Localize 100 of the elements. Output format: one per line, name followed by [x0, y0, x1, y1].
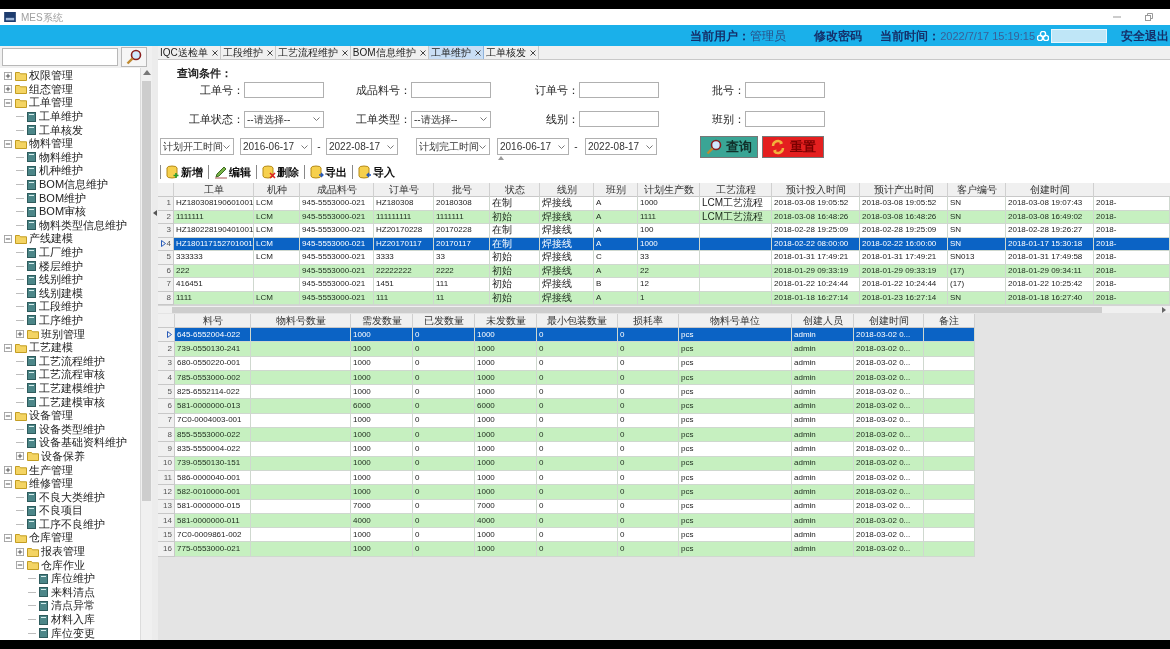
table-row[interactable]: 5 333333 LCM 945-5553000-021 3333 33 初始 焊接线 C 33 2018-01-31 17:49:21 2018-01-31 17:49:21 SN013 2018-01-31 17:49:58 2018-	[158, 251, 1170, 265]
close-icon[interactable]	[341, 49, 348, 56]
tree-item[interactable]: 工序维护	[39, 315, 83, 326]
collapse-icon[interactable]	[4, 234, 12, 243]
close-icon[interactable]	[211, 49, 218, 56]
search-button[interactable]	[121, 47, 147, 67]
dropdown[interactable]: 计划开工时间	[160, 138, 234, 155]
close-icon[interactable]	[529, 49, 536, 56]
tree-item[interactable]: 产线建模	[29, 233, 73, 245]
table-row[interactable]: 3 HZ180228190401001 LCM 945-5553000-021 HZ20170228 20170228 在制 焊接线 A 100 2018-02-28 19:25:09 2018-02-28 19:25:09 SN 2018-02-28 19:26:27 2018-	[158, 224, 1170, 238]
table-row[interactable]: 9 835-5550004-022 1000 0 1000 0 0 pcs admin 2018-03-02 0...	[158, 442, 975, 457]
table-row[interactable]: 15 7C0-0009861-002 1000 0 1000 0 0 pcs admin 2018-03-02 0...	[158, 528, 975, 543]
tab[interactable]: 工段维护	[220, 46, 276, 59]
tree-item[interactable]: 仓库作业	[41, 559, 85, 571]
expand-icon[interactable]	[16, 547, 24, 556]
toolbar-button[interactable]: 删除	[261, 164, 300, 180]
caret-icon[interactable]	[387, 144, 394, 149]
vertical-scrollbar[interactable]	[140, 68, 152, 640]
table-row[interactable]: 5 825-6552114-022 1000 0 1000 0 0 pcs admin 2018-03-02 0...	[158, 385, 975, 400]
tree-item[interactable]: 工艺流程审核	[39, 369, 105, 381]
tree-item[interactable]: 材料入库	[51, 614, 95, 626]
caret-icon[interactable]	[558, 144, 565, 149]
change-password-link[interactable]: 修改密码	[814, 26, 863, 45]
restore-icon[interactable]	[1144, 12, 1154, 22]
input-field[interactable]	[579, 82, 659, 99]
tree-item[interactable]: 物料类型信息维护	[39, 219, 127, 231]
tree-item[interactable]: 工艺建模	[29, 342, 73, 354]
caret-icon[interactable]	[313, 117, 320, 121]
table-row[interactable]: 12 582-0010000-001 1000 0 1000 0 0 pcs admin 2018-03-02 0...	[158, 485, 975, 500]
collapse-icon[interactable]	[4, 99, 12, 107]
tree-item[interactable]: 工序不良维护	[39, 518, 105, 530]
splitter-arrow-icon[interactable]	[498, 156, 504, 160]
expand-icon[interactable]	[16, 452, 24, 461]
table-row[interactable]: 2 739-0550130-241 1000 0 1000 0 0 pcs admin 2018-03-02 0...	[158, 342, 975, 357]
collapse-icon[interactable]	[4, 411, 12, 420]
tree-item[interactable]: 生产管理	[29, 464, 73, 476]
date-field[interactable]: 2022-08-17	[326, 138, 398, 155]
close-icon[interactable]	[419, 49, 426, 56]
tree-item[interactable]: 设备保养	[41, 450, 85, 462]
tree-item[interactable]: 维修管理	[29, 478, 73, 490]
dropdown[interactable]: --请选择--	[244, 110, 324, 128]
caret-icon[interactable]	[646, 144, 653, 149]
tab[interactable]: 工单核发	[483, 46, 539, 59]
input-field[interactable]	[579, 111, 659, 127]
input-field[interactable]	[745, 111, 825, 127]
tree-item[interactable]: 物料管理	[29, 138, 73, 150]
collapse-icon[interactable]	[4, 139, 12, 148]
table-row[interactable]: 6 581-0000000-013 6000 0 6000 0 0 pcs admin 2018-03-02 0...	[158, 399, 975, 414]
date-field[interactable]: 2016-06-17	[240, 138, 312, 155]
tree-item[interactable]: 工单管理	[29, 97, 73, 109]
tree-item[interactable]: 设备基础资料维护	[39, 437, 127, 449]
table-row[interactable]: 1 HZ180308190601001 LCM 945-5553000-021 HZ180308 20180308 在制 焊接线 A 1000 LCM工艺流程 2018-03-08 19:05:52 2018-03-08 19:05:52 SN 2018-03-08 19:07:43 2018-	[158, 197, 1170, 211]
dropdown[interactable]: 计划完工时间	[416, 138, 490, 155]
tree-item[interactable]: 物料维护	[39, 151, 83, 163]
table-row[interactable]: 7 416451 945-5553000-021 1451 111 初始 焊接线 B 12 2018-01-22 10:24:44 2018-01-22 10:24:44 (17) 2018-01-22 10:25:42 2018-	[158, 278, 1170, 292]
date-field[interactable]: 2022-08-17	[585, 138, 657, 155]
tree-item[interactable]: 工艺建模审核	[39, 396, 105, 408]
tree-item[interactable]: 楼层维护	[39, 260, 83, 272]
tree-item[interactable]: 线别建模	[39, 287, 83, 299]
caret-icon[interactable]	[223, 144, 230, 149]
tree-item[interactable]: BOM信息维护	[39, 179, 109, 191]
close-icon[interactable]	[474, 49, 481, 56]
tree-item[interactable]: 工单核发	[39, 124, 83, 136]
scroll-up-icon[interactable]	[142, 70, 151, 75]
caret-icon[interactable]	[301, 144, 308, 149]
collapse-arrow-icon[interactable]	[153, 210, 157, 216]
collapse-icon[interactable]	[16, 561, 24, 570]
tree-item[interactable]: 不良大类维护	[39, 491, 105, 503]
search-button[interactable]: 查询	[700, 135, 758, 158]
input-field[interactable]	[411, 82, 491, 99]
close-icon[interactable]	[266, 49, 273, 56]
tree-item[interactable]: 工艺建模维护	[39, 382, 105, 394]
toolbar-button[interactable]: 新增	[165, 164, 204, 180]
tree-item[interactable]: 设备管理	[29, 410, 73, 422]
expand-icon[interactable]	[4, 71, 12, 80]
tree-item[interactable]: 来料清点	[51, 586, 95, 598]
tab[interactable]: 工单维护	[428, 46, 484, 59]
tree-item[interactable]: 工艺流程维护	[39, 355, 105, 367]
collapse-icon[interactable]	[4, 479, 12, 488]
input-field[interactable]	[244, 82, 324, 99]
caret-icon[interactable]	[479, 144, 486, 149]
tree-item[interactable]: 设备类型维护	[39, 423, 105, 435]
tab[interactable]: 工艺流程维护	[275, 46, 351, 59]
tree-item[interactable]: 组态管理	[29, 83, 73, 95]
tree-item[interactable]: 库位维护	[51, 573, 95, 585]
collapse-icon[interactable]	[4, 534, 12, 542]
tab[interactable]: IQC送检单	[158, 46, 221, 59]
tab[interactable]: BOM信息维护	[350, 46, 429, 59]
dropdown[interactable]: --请选择--	[411, 110, 491, 128]
tree-item[interactable]: BOM审核	[39, 206, 87, 218]
search-field[interactable]	[2, 48, 118, 66]
tree-item[interactable]: 库位变更	[51, 627, 95, 639]
scroll-right-icon[interactable]	[1162, 306, 1166, 313]
tree-item[interactable]: 工厂维护	[39, 247, 83, 258]
expand-icon[interactable]	[4, 85, 12, 94]
expand-icon[interactable]	[16, 330, 24, 339]
tree-item[interactable]: 权限管理	[29, 70, 73, 82]
table-row[interactable]: 645-6552004-022 1000 0 1000 0 0 pcs admin 2018-03-02 0...	[158, 328, 975, 343]
tree-item[interactable]: 工单维护	[39, 111, 83, 123]
tree-item[interactable]: 仓库管理	[29, 532, 73, 544]
